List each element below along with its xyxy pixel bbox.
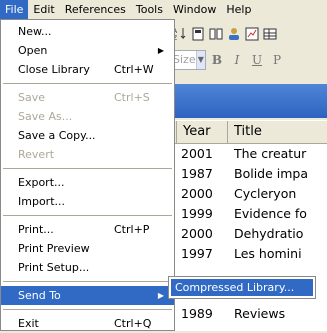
menu-item-shortcut: Ctrl+P (114, 223, 150, 236)
columns-icon[interactable] (208, 26, 224, 42)
cell-title: Bolide impa (234, 166, 309, 181)
menu-item-label: Close Library (18, 63, 90, 76)
cell-year: 2000 (181, 226, 213, 241)
menu-item-import[interactable]: Import... (1, 192, 174, 211)
menu-bar: File Edit References Tools Window Help (0, 0, 327, 19)
menu-item-exit[interactable]: Exit Ctrl+Q (1, 314, 174, 333)
table-row[interactable]: 1989 Reviews (150, 304, 327, 324)
table-row[interactable]: zi1997Les homini (150, 244, 327, 264)
cell-year: 1999 (181, 206, 213, 221)
menu-item-label: Save (18, 91, 46, 104)
underline-button[interactable]: U (248, 51, 266, 69)
main-toolbar: AZ (150, 22, 327, 46)
user-icon[interactable] (226, 26, 242, 42)
menu-item-save-copy[interactable]: Save a Copy... (1, 126, 174, 145)
file-menu: New... Open ▶ Close Library Ctrl+W Save Ctr… (0, 19, 175, 331)
menu-item-shortcut: Ctrl+S (114, 91, 150, 104)
menu-window[interactable]: Window (168, 0, 221, 19)
menu-item-save-as: Save As... (1, 107, 174, 126)
table-row[interactable]: 2001 The creatur (150, 144, 327, 164)
table-icon[interactable] (262, 26, 278, 42)
menu-file[interactable]: File (0, 0, 29, 19)
table-header: Year Title (150, 120, 327, 144)
menu-references[interactable]: References (60, 0, 131, 19)
cell-title: Cycleryon (234, 186, 297, 201)
document-icon[interactable] (190, 26, 206, 42)
menu-item-shortcut: Ctrl+Q (114, 317, 152, 330)
cell-year: 1997 (181, 246, 213, 261)
library-header-band (150, 84, 327, 118)
column-header-title[interactable]: Title (228, 121, 327, 143)
menu-separator (1, 211, 174, 220)
cell-title: The creatur (234, 146, 307, 161)
menu-item-save: Save Ctrl+S (1, 88, 174, 107)
menu-item-print[interactable]: Print... Ctrl+P (1, 220, 174, 239)
menu-item-close-library[interactable]: Close Library Ctrl+W (1, 60, 174, 79)
menu-item-label: Save As... (18, 110, 73, 123)
menu-item-label: Exit (18, 317, 39, 330)
cell-title: Reviews (234, 306, 286, 321)
menu-separator (1, 79, 174, 88)
send-to-submenu: Compressed Library... (168, 276, 316, 299)
chevron-down-icon[interactable]: ▼ (195, 51, 205, 69)
menu-separator (1, 305, 174, 314)
menu-item-label: Send To (18, 289, 61, 302)
submenu-arrow-icon: ▶ (157, 291, 164, 300)
cell-title: Dehydratio (234, 226, 304, 241)
font-size-placeholder: Size (173, 53, 196, 66)
menu-tools[interactable]: Tools (131, 0, 168, 19)
cell-year: 2001 (181, 146, 213, 161)
chart-icon[interactable] (244, 26, 260, 42)
table-row[interactable]: 2000 Dehydratio (150, 224, 327, 244)
menu-item-new[interactable]: New... (1, 22, 174, 41)
menu-item-open[interactable]: Open ▶ (1, 41, 174, 60)
menu-item-label: Save a Copy... (18, 129, 96, 142)
menu-separator (1, 277, 174, 286)
menu-edit[interactable]: Edit (28, 0, 59, 19)
menu-item-print-preview[interactable]: Print Preview (1, 239, 174, 258)
menu-item-label: Export... (18, 176, 65, 189)
italic-button[interactable]: I (228, 51, 246, 69)
column-header-year[interactable]: Year (177, 121, 228, 143)
menu-item-label: Print... (18, 223, 54, 236)
reference-table: Year Title 2001 The creatur 1987 Bolide imp… (150, 120, 327, 331)
cell-year: 1987 (181, 166, 213, 181)
cell-year: 2000 (181, 186, 213, 201)
table-row[interactable]: 1987 Bolide impa (150, 164, 327, 184)
menu-item-label: Open (18, 44, 48, 57)
cell-title: Les homini (234, 246, 302, 261)
menu-item-print-setup[interactable]: Print Setup... (1, 258, 174, 277)
menu-item-label: Print Setup... (18, 261, 90, 274)
menu-separator (1, 164, 174, 173)
menu-item-export[interactable]: Export... (1, 173, 174, 192)
cell-title: Evidence fo (234, 206, 307, 221)
menu-item-label: Print Preview (18, 242, 90, 255)
menu-item-label: Revert (18, 148, 55, 161)
cell-year: 1989 (181, 306, 213, 321)
table-row[interactable]: 2000 Cycleryon (150, 184, 327, 204)
menu-item-send-to[interactable]: Send To ▶ (1, 286, 174, 305)
format-toolbar: Size ▼ B I U P (150, 48, 327, 72)
menu-help[interactable]: Help (221, 0, 256, 19)
submenu-arrow-icon: ▶ (157, 46, 164, 55)
plain-button[interactable]: P (268, 51, 286, 69)
menu-item-label: Import... (18, 195, 65, 208)
menu-item-shortcut: Ctrl+W (114, 63, 154, 76)
menu-item-revert: Revert (1, 145, 174, 164)
menu-item-compressed-library[interactable]: Compressed Library... (171, 279, 313, 296)
menu-item-label: New... (18, 25, 52, 38)
table-row[interactable]: 1999 Evidence fo (150, 204, 327, 224)
bold-button[interactable]: B (208, 51, 226, 69)
